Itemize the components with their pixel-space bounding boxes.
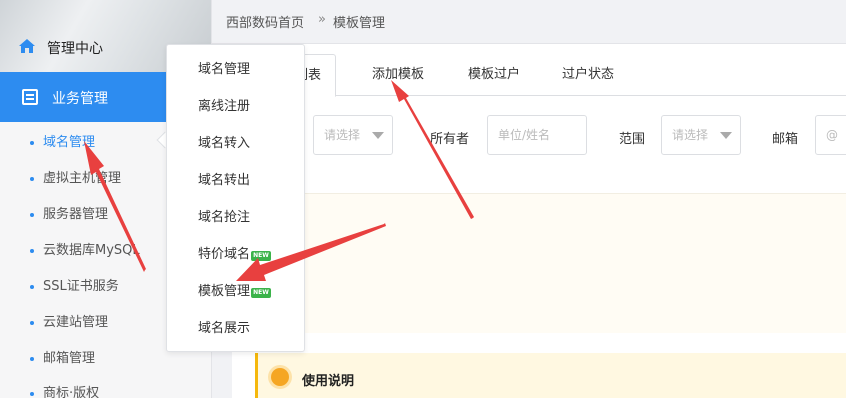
breadcrumb-current: 模板管理	[333, 16, 386, 31]
owner-label: 所有者	[430, 132, 470, 147]
sidebar-item-server[interactable]: 服务器管理	[30, 203, 108, 223]
sidebar-item-vhost[interactable]: 虚拟主机管理	[30, 167, 121, 187]
submenu-item-transfer-out[interactable]: 域名转出	[198, 169, 250, 188]
breadcrumb: 西部数码首页 » 模板管理	[212, 0, 846, 44]
sidebar-item-trademark[interactable]: 商标·版权	[30, 382, 99, 398]
breadcrumb-separator: »	[318, 12, 326, 27]
sidebar-section-business[interactable]: 业务管理	[0, 72, 166, 122]
tab-add-template[interactable]: 添加模板	[358, 54, 438, 96]
sidebar-item-domain[interactable]: 域名管理	[30, 131, 95, 151]
lightbulb-icon	[271, 368, 289, 386]
range-label: 范围	[619, 132, 646, 147]
sidebar-item-ssl[interactable]: SSL证书服务	[30, 275, 119, 295]
range-select[interactable]: 请选择	[661, 115, 741, 155]
email-label: 邮箱	[772, 132, 799, 147]
breadcrumb-home-link[interactable]: 西部数码首页	[226, 12, 304, 31]
submenu-item-transfer-in[interactable]: 域名转入	[198, 132, 250, 151]
sidebar-section-label: 业务管理	[52, 91, 108, 107]
chevron-down-icon	[372, 132, 384, 139]
new-badge: NEW	[251, 288, 272, 298]
home-icon	[19, 39, 35, 53]
submenu-item-snatch[interactable]: 域名抢注	[198, 206, 250, 225]
usage-notice: 使用说明	[255, 353, 846, 398]
submenu-item-template-manage[interactable]: 模板管理 NEW	[198, 280, 272, 299]
submenu-item-offline-register[interactable]: 离线注册	[198, 95, 250, 114]
sidebar-title[interactable]: 管理中心	[47, 38, 103, 58]
chevron-down-icon	[720, 132, 732, 139]
domain-submenu: 域名管理 离线注册 域名转入 域名转出 域名抢注 特价域名 NEW 模板管理 NEW…	[166, 44, 305, 352]
new-badge: NEW	[251, 251, 272, 261]
submenu-item-domain-manage[interactable]: 域名管理	[198, 58, 250, 77]
sidebar-item-mail[interactable]: 邮箱管理	[30, 347, 95, 367]
notice-area	[233, 193, 846, 333]
owner-input[interactable]: 单位/姓名	[487, 115, 587, 155]
type-select[interactable]: 请选择	[313, 115, 393, 155]
sidebar-item-mysql[interactable]: 云数据库MySQL	[30, 239, 140, 259]
tab-transfer-status[interactable]: 过户状态	[548, 54, 628, 96]
submenu-item-special-price[interactable]: 特价域名 NEW	[198, 243, 272, 262]
sidebar-item-site[interactable]: 云建站管理	[30, 311, 108, 331]
tab-template-transfer[interactable]: 模板过户	[454, 54, 534, 96]
usage-title: 使用说明	[302, 374, 355, 389]
submenu-item-domain-showcase[interactable]: 域名展示	[198, 317, 250, 336]
calendar-icon	[22, 89, 38, 105]
email-input[interactable]: @	[815, 115, 846, 155]
